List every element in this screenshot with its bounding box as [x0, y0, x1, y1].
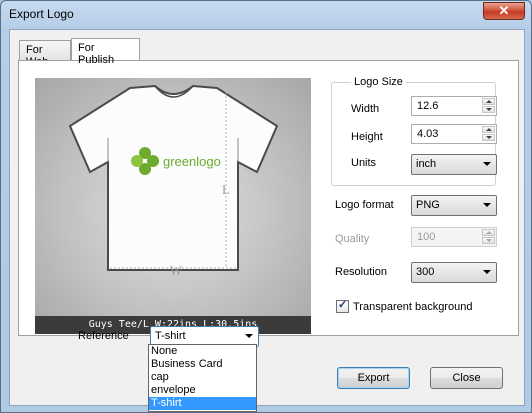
width-value: 12.6 [417, 100, 439, 112]
logo-format-label: Logo format [335, 199, 394, 211]
spin-up-icon [482, 229, 495, 236]
reference-option-none[interactable]: None [149, 345, 256, 358]
logo-text: greenlogo [163, 154, 221, 169]
transparent-background-label[interactable]: Transparent background [353, 301, 472, 313]
reference-option-envelope[interactable]: envelope [149, 384, 256, 397]
chevron-down-icon [483, 162, 491, 166]
reference-dropdown-list: None Business Card cap envelope T-shirt [148, 344, 257, 412]
close-button[interactable]: Close [430, 367, 503, 389]
tab-for-web[interactable]: For Web [19, 40, 71, 68]
export-logo-dialog: Export Logo ✕ For Web For Publish [0, 0, 532, 413]
spin-up-icon[interactable] [482, 126, 495, 133]
width-marker: W [170, 263, 183, 278]
spin-down-icon [482, 237, 495, 244]
units-label: Units [351, 157, 377, 169]
logo-format-dropdown[interactable]: PNG [411, 195, 497, 216]
units-dropdown[interactable]: inch [411, 154, 497, 175]
units-value: inch [416, 158, 437, 170]
reference-value: T-shirt [155, 330, 186, 342]
logo-size-label: Logo Size [351, 76, 406, 88]
chevron-down-icon [245, 334, 253, 338]
quality-spinbox: 100 [411, 227, 497, 247]
export-button[interactable]: Export [337, 367, 410, 389]
height-value: 4.03 [417, 128, 439, 140]
spin-up-icon[interactable] [482, 98, 495, 105]
close-icon: ✕ [498, 3, 510, 18]
chevron-down-icon [483, 270, 491, 274]
resolution-label: Resolution [335, 266, 387, 278]
height-spinbox[interactable]: 4.03 [411, 124, 497, 144]
window-title: Export Logo [9, 7, 74, 21]
resolution-dropdown[interactable]: 300 [411, 262, 497, 283]
reference-label: Reference [78, 330, 129, 342]
transparent-background-checkbox[interactable]: ✓ [336, 299, 349, 313]
chevron-down-icon [483, 203, 491, 207]
window-close-button[interactable]: ✕ [483, 2, 525, 20]
title-bar[interactable]: Export Logo ✕ [1, 1, 531, 27]
width-spinbox[interactable]: 12.6 [411, 96, 497, 116]
resolution-value: 300 [416, 266, 435, 278]
width-label: Width [351, 103, 380, 115]
spin-down-icon[interactable] [482, 134, 495, 141]
spin-down-icon[interactable] [482, 106, 495, 113]
height-label: Height [351, 131, 383, 143]
tab-for-publish[interactable]: For Publish [71, 38, 140, 66]
logo-format-value: PNG [416, 199, 440, 211]
quality-label: Quality [335, 233, 370, 245]
reference-option-tshirt[interactable]: T-shirt [149, 397, 256, 410]
tshirt-preview: greenlogo L W [35, 78, 311, 316]
reference-option-business-card[interactable]: Business Card [149, 358, 256, 371]
reference-option-cap[interactable]: cap [149, 371, 256, 384]
tshirt-image [68, 84, 279, 271]
quality-value: 100 [417, 231, 436, 243]
dialog-body: For Web For Publish [9, 29, 525, 406]
checkmark-icon: ✓ [338, 299, 348, 311]
height-marker: L [222, 182, 230, 197]
